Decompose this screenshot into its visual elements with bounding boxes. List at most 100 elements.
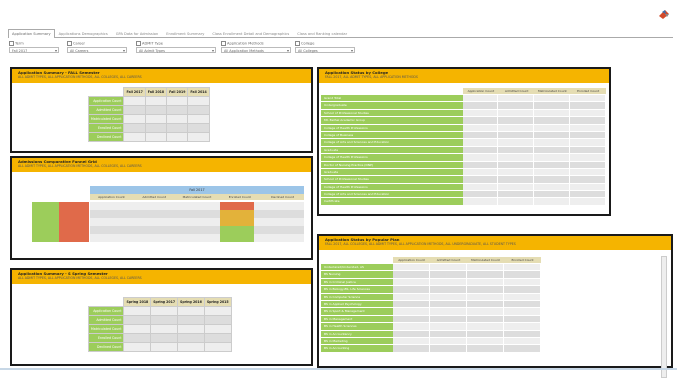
table-row: School of Professional Studies — [321, 176, 606, 184]
career-select[interactable]: All Careers ▾ — [67, 47, 127, 53]
table-cell — [393, 337, 430, 346]
table-cell — [467, 345, 504, 353]
table-row: BS in Health Sciences — [321, 323, 541, 331]
table-cell — [534, 102, 571, 110]
filter-college: College All Colleges ▾ — [295, 41, 355, 53]
checkbox-icon[interactable] — [221, 41, 226, 46]
table-row: College of Health Professions — [321, 154, 606, 162]
table-row: College of Health Professions — [321, 124, 606, 132]
filter-career: Career All Careers ▾ — [67, 41, 127, 53]
spring-summary-table: Spring 2018 Spring 2017 Spring 2016 Spring … — [87, 297, 232, 352]
term-select[interactable]: Fall 2017 ▾ — [9, 47, 59, 53]
table-row: Matriculated Count — [87, 324, 232, 334]
row-label: BS in Accounting — [321, 345, 393, 353]
row-label: BS in Management — [321, 315, 393, 324]
tab-application-summary[interactable]: Application Summary — [8, 29, 55, 38]
row-label: BS in Biology-BS, Life Sciences — [321, 286, 393, 294]
col-header: Admitted Count — [132, 194, 176, 200]
row-label: Matriculated Count — [87, 114, 125, 124]
checkbox-icon[interactable] — [136, 41, 141, 46]
table-row: BS in Biology-BS, Life Sciences — [321, 286, 541, 294]
table-row: Application Count — [87, 96, 210, 106]
table-cell — [534, 183, 571, 192]
filter-college-label: College — [301, 41, 315, 46]
panel-subtitle: ALL ADMIT TYPES, ALL APPLICATION METHODS… — [18, 276, 142, 280]
panel-subtitle: FALL 2017, ALL ADMIT TYPES, ALL APPLICAT… — [325, 75, 418, 79]
application-methods-select[interactable]: All Application Methods ▾ — [221, 47, 291, 53]
tab-class-enrollment-detail[interactable]: Class Enrollment Detail and Demographics — [208, 29, 293, 38]
table-cell — [504, 315, 541, 324]
heat-cell-orange — [220, 210, 254, 226]
table-cell — [504, 330, 541, 338]
table-cell — [462, 161, 499, 169]
table-cell — [393, 315, 430, 324]
checkbox-icon[interactable] — [9, 41, 14, 46]
table-cell — [430, 345, 467, 353]
row-label: Mt. Bethel Academic Group — [321, 117, 463, 125]
tab-class-ranking[interactable]: Class and Ranking calendar — [293, 29, 351, 38]
col-header: Spring 2016 — [177, 297, 205, 307]
row-label: College of Business — [321, 131, 463, 140]
table-row: BS in Applied Psychology — [321, 300, 541, 309]
table-cell — [393, 278, 430, 287]
career-select-value: All Careers — [70, 49, 89, 53]
table-cell — [534, 117, 571, 125]
chevron-down-icon: ▾ — [54, 48, 57, 53]
col-header: Matriculated Count — [175, 194, 219, 200]
vertical-scrollbar[interactable] — [661, 256, 667, 378]
admit-type-select[interactable]: All Admit Types ▾ — [136, 47, 216, 53]
table-cell — [430, 323, 467, 331]
table-row: BS Nursing — [321, 271, 541, 279]
table-cell — [430, 293, 467, 301]
checkbox-icon[interactable] — [295, 41, 300, 46]
table-cell — [498, 131, 535, 140]
application-methods-select-value: All Application Methods — [224, 49, 264, 53]
college-select[interactable]: All Colleges ▾ — [295, 47, 355, 53]
major-rows: Undeclared/Undecided, AS BS Nursing BS in … — [321, 264, 541, 353]
table-cell — [534, 191, 571, 199]
table-cell — [498, 161, 535, 169]
table-cell — [462, 168, 499, 177]
table-cell — [467, 293, 504, 301]
table-cell — [462, 124, 499, 132]
filter-term: Term Fall 2017 ▾ — [9, 41, 59, 53]
table-cell — [570, 198, 606, 206]
table-row: BS in Marketing — [321, 337, 541, 346]
table-cell — [504, 323, 541, 331]
table-row: BS in Management — [321, 315, 541, 324]
table-cell — [570, 161, 606, 169]
table-cell — [393, 330, 430, 338]
row-label: Doctor of Nursing Practice (DNP) — [321, 161, 463, 169]
college-select-value: All Colleges — [298, 49, 318, 53]
table-cell — [462, 146, 499, 155]
college-rows: Grand Total Undergraduate School of Profes… — [321, 95, 606, 206]
panel-subtitle: ALL ADMIT TYPES, ALL APPLICATION METHODS… — [18, 164, 142, 168]
col-header: Fall 2014 — [187, 87, 210, 97]
row-label: College of Health Professions — [321, 124, 463, 132]
table-cell — [498, 124, 535, 132]
table-row: College of Arts and Sciences and Educati… — [321, 191, 606, 199]
table-row: Admitted Count — [87, 315, 232, 325]
table-row: Graduate — [321, 146, 606, 155]
checkbox-icon[interactable] — [67, 41, 72, 46]
table-cell — [462, 154, 499, 162]
row-label: Admitted Count — [87, 315, 125, 325]
col-header: Application Count — [90, 194, 133, 200]
tab-enrollment-summary[interactable]: Enrollment Summary — [162, 29, 208, 38]
tab-gpa-data[interactable]: GPA Data for Admission — [112, 29, 163, 38]
major-column-headers: Application Count Admitted Count Matricu… — [393, 257, 541, 263]
row-label: School of Professional Studies — [321, 176, 463, 184]
row-label: College of Health Professions — [321, 183, 463, 192]
table-cell — [393, 300, 430, 309]
table-row: Graduate — [321, 168, 606, 177]
table-row: Undergraduate — [321, 102, 606, 110]
table-cell — [504, 286, 541, 294]
table-cell — [498, 168, 535, 177]
panel-header: Application Status by Popular Plan FALL … — [319, 236, 671, 250]
table-cell — [462, 191, 499, 199]
table-cell — [570, 124, 606, 132]
table-cell — [462, 176, 499, 184]
table-cell — [534, 161, 571, 169]
table-cell — [504, 293, 541, 301]
tab-applications-demographics[interactable]: Applications Demographics — [55, 29, 112, 38]
